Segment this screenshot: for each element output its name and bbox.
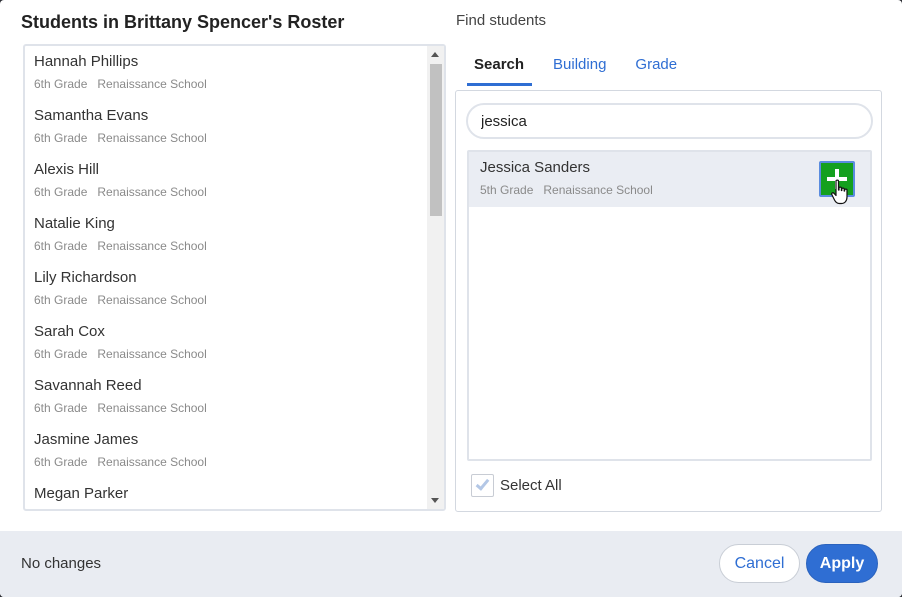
student-school: Renaissance School: [97, 401, 207, 415]
student-meta: 6th Grade Renaissance School: [34, 77, 429, 91]
roster-list: Hannah Phillips 6th Grade Renaissance Sch…: [25, 46, 429, 511]
student-meta: 6th Grade Renaissance School: [34, 455, 429, 469]
student-grade: 6th Grade: [34, 401, 88, 415]
student-name: Natalie King: [34, 215, 115, 232]
roster-scrollbar[interactable]: [427, 46, 444, 509]
list-item[interactable]: Lily Richardson 6th Grade Renaissance Sch…: [25, 262, 429, 316]
student-name: Savannah Reed: [34, 377, 142, 394]
student-name: Lily Richardson: [34, 269, 137, 286]
student-meta: 6th Grade Renaissance School: [34, 293, 429, 307]
student-school: Renaissance School: [97, 293, 207, 307]
scroll-up-icon[interactable]: [431, 52, 439, 57]
list-item[interactable]: Hannah Phillips 6th Grade Renaissance Sch…: [25, 46, 429, 100]
student-meta: 6th Grade Renaissance School: [34, 185, 429, 199]
dialog-footer: No changes Cancel Apply: [0, 531, 902, 597]
apply-button[interactable]: Apply: [806, 544, 878, 583]
student-school: Renaissance School: [97, 239, 207, 253]
search-panel: Jessica Sanders 5th Grade Renaissance Sch…: [455, 90, 882, 512]
select-all-checkbox[interactable]: [471, 474, 494, 497]
result-meta: 5th Grade Renaissance School: [480, 183, 870, 197]
student-meta: [34, 509, 429, 511]
find-tabs: Search Building Grade: [467, 52, 699, 86]
list-item[interactable]: Alexis Hill 6th Grade Renaissance School: [25, 154, 429, 208]
tab-search[interactable]: Search: [467, 52, 533, 86]
tab-building[interactable]: Building: [546, 52, 614, 86]
student-name: Jasmine James: [34, 431, 139, 448]
student-meta: 6th Grade Renaissance School: [34, 131, 429, 145]
result-grade: 5th Grade: [480, 183, 534, 197]
select-all-label: Select All: [500, 477, 562, 494]
student-name: Megan Parker: [34, 485, 129, 502]
list-item[interactable]: Savannah Reed 6th Grade Renaissance Schoo…: [25, 370, 429, 424]
student-school: Renaissance School: [97, 131, 207, 145]
roster-dialog: Students in Brittany Spencer's Roster Ha…: [0, 0, 902, 597]
checkmark-icon: [475, 476, 490, 491]
search-input[interactable]: [466, 103, 873, 139]
select-all-control[interactable]: Select All: [471, 474, 562, 497]
student-grade: 6th Grade: [34, 293, 88, 307]
student-meta: 6th Grade Renaissance School: [34, 401, 429, 415]
student-school: Renaissance School: [97, 77, 207, 91]
scroll-down-icon[interactable]: [431, 498, 439, 503]
cancel-button[interactable]: Cancel: [719, 544, 800, 583]
result-school: Renaissance School: [543, 183, 653, 197]
student-name: Samantha Evans: [34, 107, 149, 124]
find-students-title: Find students: [456, 12, 547, 29]
list-item[interactable]: Jasmine James 6th Grade Renaissance Schoo…: [25, 424, 429, 478]
student-school: Renaissance School: [97, 455, 207, 469]
student-school: Renaissance School: [97, 347, 207, 361]
student-meta: 6th Grade Renaissance School: [34, 347, 429, 361]
roster-list-box[interactable]: Hannah Phillips 6th Grade Renaissance Sch…: [23, 44, 446, 511]
student-name: Alexis Hill: [34, 161, 100, 178]
list-item[interactable]: Megan Parker: [25, 478, 429, 511]
list-item[interactable]: Samantha Evans 6th Grade Renaissance Scho…: [25, 100, 429, 154]
list-item[interactable]: Natalie King 6th Grade Renaissance School: [25, 208, 429, 262]
result-name: Jessica Sanders: [480, 159, 591, 176]
student-grade: 6th Grade: [34, 455, 88, 469]
status-text: No changes: [21, 555, 102, 572]
search-results: Jessica Sanders 5th Grade Renaissance Sch…: [467, 150, 872, 461]
student-grade: 6th Grade: [34, 239, 88, 253]
student-name: Sarah Cox: [34, 323, 105, 340]
student-grade: 6th Grade: [34, 131, 88, 145]
search-result-row[interactable]: Jessica Sanders 5th Grade Renaissance Sch…: [469, 152, 870, 207]
list-item[interactable]: Sarah Cox 6th Grade Renaissance School: [25, 316, 429, 370]
student-grade: 6th Grade: [34, 347, 88, 361]
student-grade: 6th Grade: [34, 185, 88, 199]
student-name: Hannah Phillips: [34, 53, 139, 70]
tab-grade[interactable]: Grade: [628, 52, 685, 86]
student-grade: 6th Grade: [34, 77, 88, 91]
student-school: Renaissance School: [97, 185, 207, 199]
roster-title: Students in Brittany Spencer's Roster: [21, 12, 345, 32]
scroll-thumb[interactable]: [430, 64, 442, 216]
hand-cursor-icon: [831, 179, 848, 205]
student-meta: 6th Grade Renaissance School: [34, 239, 429, 253]
